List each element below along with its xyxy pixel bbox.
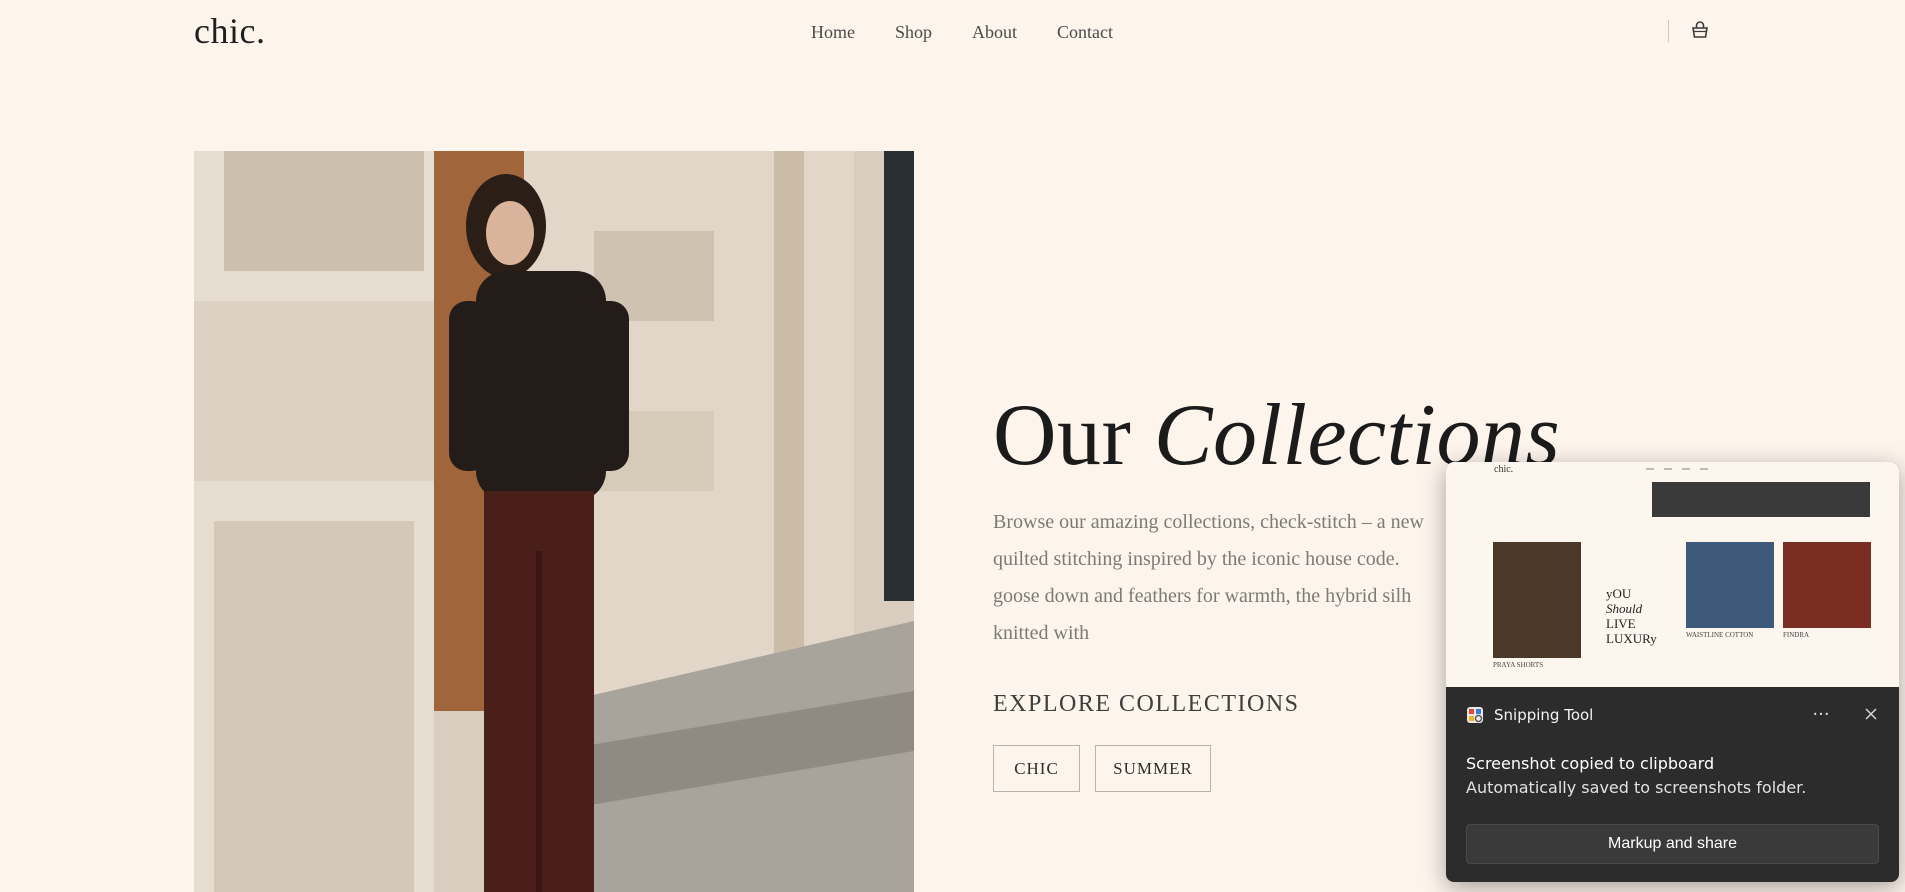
thumbnail-caption: FINDRA	[1783, 631, 1810, 639]
thumbnail-photo	[1783, 542, 1871, 628]
thumbnail-slogan: yOU Should LIVE LUXURy	[1606, 586, 1657, 646]
close-icon[interactable]	[1856, 699, 1886, 729]
chic-collection-button[interactable]: CHIC	[993, 745, 1080, 792]
thumbnail-caption: PRAYA SHORTS	[1493, 661, 1544, 669]
notification-subtitle: Automatically saved to screenshots folde…	[1466, 778, 1807, 797]
site-logo[interactable]: chic.	[194, 10, 265, 52]
header-divider	[1668, 20, 1669, 42]
thumbnail-photo	[1493, 542, 1581, 658]
notification-title: Screenshot copied to clipboard	[1466, 754, 1715, 773]
nav-contact[interactable]: Contact	[1057, 22, 1113, 43]
thumbnail-photo	[1686, 542, 1774, 628]
thumbnail-dark-banner	[1652, 482, 1870, 517]
nav-about[interactable]: About	[972, 22, 1017, 43]
explore-collections-label: EXPLORE COLLECTIONS	[993, 691, 1300, 717]
thumbnail-nav	[1646, 468, 1708, 470]
notification-app-name: Snipping Tool	[1494, 706, 1594, 724]
markup-and-share-button[interactable]: Markup and share	[1466, 824, 1879, 864]
hero-photo	[194, 151, 914, 892]
collections-description: Browse our amazing collections, check-st…	[993, 511, 1424, 644]
thumbnail-caption: WAISTLINE COTTON	[1686, 631, 1754, 639]
more-icon[interactable]: ···	[1806, 699, 1836, 729]
main-nav: Home Shop About Contact	[811, 22, 1113, 43]
snipping-tool-notification[interactable]: chic. yOU Should LIVE LUXURy PRAYA SHORT…	[1446, 462, 1899, 882]
screenshot-thumbnail[interactable]: chic. yOU Should LIVE LUXURy PRAYA SHORT…	[1446, 462, 1899, 687]
basket-icon[interactable]	[1690, 21, 1710, 39]
thumbnail-logo: chic.	[1494, 464, 1514, 475]
snipping-tool-icon	[1467, 707, 1483, 723]
page: chic. Home Shop About Contact Our Collec…	[0, 0, 1905, 892]
summer-collection-button[interactable]: SUMMER	[1095, 745, 1211, 792]
heading-plain: Our	[993, 387, 1132, 484]
nav-home[interactable]: Home	[811, 22, 855, 43]
nav-shop[interactable]: Shop	[895, 22, 932, 43]
site-header: chic. Home Shop About Contact	[0, 0, 1905, 64]
